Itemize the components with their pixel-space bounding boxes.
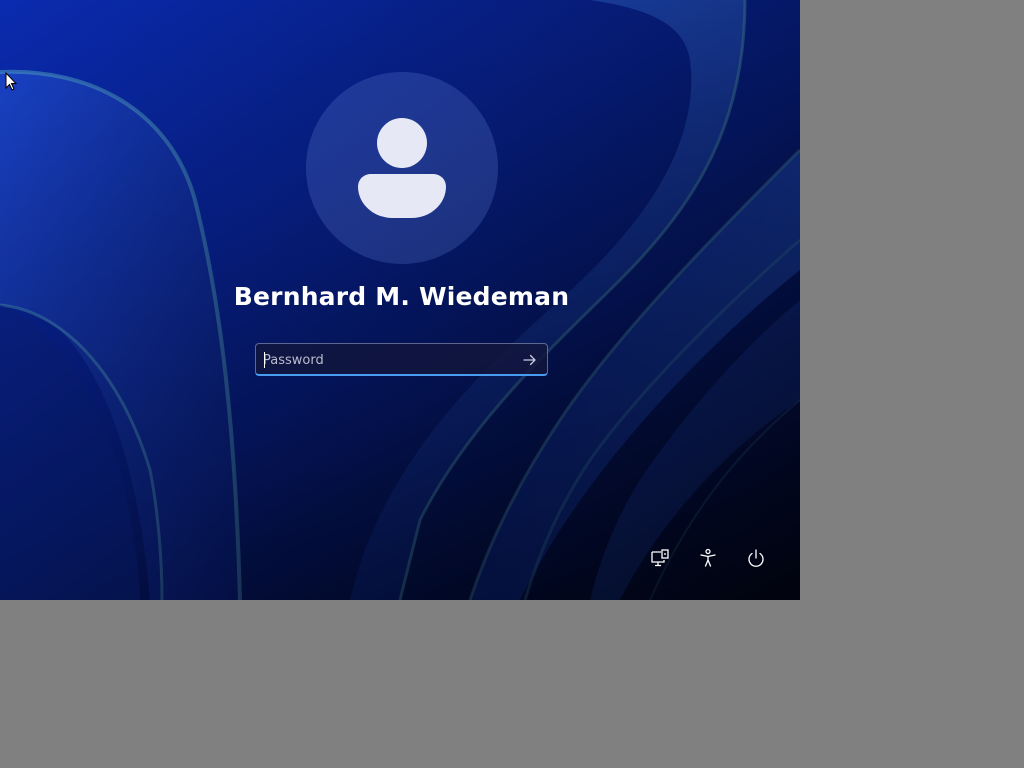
- submit-arrow-button[interactable]: [519, 349, 541, 371]
- network-button[interactable]: [648, 546, 672, 570]
- avatar-body: [358, 174, 446, 218]
- network-icon: [651, 549, 669, 567]
- accessibility-icon: [700, 548, 716, 567]
- power-icon: [748, 549, 764, 567]
- user-avatar-icon: [306, 72, 498, 264]
- arrow-right-icon: [523, 354, 536, 366]
- user-name: Bernhard M. Wiedeman: [233, 282, 570, 311]
- password-field[interactable]: [255, 343, 548, 376]
- mouse-pointer-icon: [5, 72, 17, 91]
- text-caret: [264, 352, 265, 368]
- password-input[interactable]: [263, 348, 503, 372]
- avatar-head: [377, 118, 427, 168]
- accessibility-button[interactable]: [696, 546, 720, 570]
- power-button[interactable]: [744, 546, 768, 570]
- lock-screen: Bernhard M. Wiedeman: [0, 0, 800, 600]
